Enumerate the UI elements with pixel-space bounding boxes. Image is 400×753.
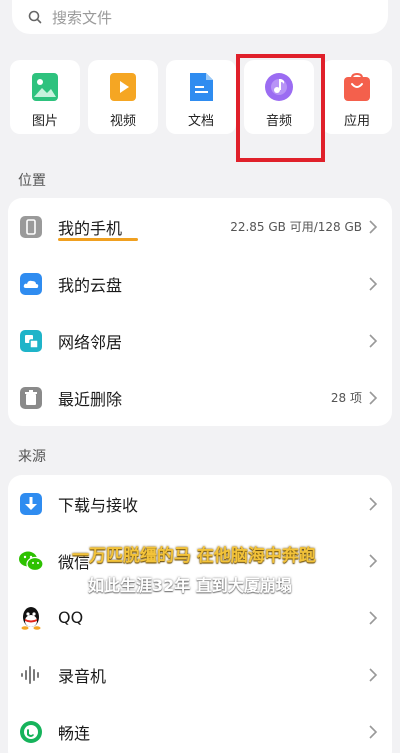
chevron-right-icon xyxy=(369,390,378,405)
chevron-right-icon xyxy=(369,667,378,682)
source-item-qq[interactable]: QQ xyxy=(8,589,392,646)
source-item-label: 录音机 xyxy=(58,666,107,686)
deleted-count: 28 项 xyxy=(330,391,362,405)
source-item-label: 畅连 xyxy=(58,723,91,743)
chevron-right-icon xyxy=(369,219,378,234)
chevron-right-icon xyxy=(369,724,378,739)
location-item-recently-deleted[interactable]: 最近删除 28 项 xyxy=(8,369,392,426)
app-store-icon xyxy=(344,72,370,101)
active-underline xyxy=(58,238,138,241)
recorder-icon xyxy=(18,662,44,688)
chevron-right-icon xyxy=(369,553,378,568)
search-bar[interactable]: 搜索文件 xyxy=(12,0,388,34)
highlight-annotation-box xyxy=(236,54,325,162)
category-documents[interactable]: 文档 xyxy=(166,60,236,134)
document-icon xyxy=(190,73,213,101)
video-icon xyxy=(110,73,136,101)
chevron-right-icon xyxy=(369,276,378,291)
trash-icon xyxy=(18,385,44,411)
source-item-label: QQ xyxy=(58,608,84,627)
download-icon xyxy=(18,491,44,517)
category-images[interactable]: 图片 xyxy=(10,60,80,134)
section-title-location: 位置 xyxy=(18,173,46,189)
search-icon xyxy=(26,8,44,26)
source-item-label: 下载与接收 xyxy=(58,495,139,515)
source-item-downloads[interactable]: 下载与接收 xyxy=(8,475,392,532)
network-icon xyxy=(18,328,44,354)
qq-icon xyxy=(18,605,44,631)
category-label: 应用 xyxy=(343,114,370,129)
phone-icon xyxy=(18,214,44,240)
category-label: 文档 xyxy=(187,114,214,129)
category-label: 图片 xyxy=(31,114,58,129)
location-item-label: 最近删除 xyxy=(58,389,123,409)
category-grid: 图片 视频 文档 音频 应用 xyxy=(10,60,400,136)
subtitle-line-2: 如此生涯32年 直到大厦崩塌 xyxy=(88,576,292,595)
storage-info: 22.85 GB 可用/128 GB xyxy=(230,220,362,234)
chevron-right-icon xyxy=(369,496,378,511)
category-videos[interactable]: 视频 xyxy=(88,60,158,134)
category-apps[interactable]: 应用 xyxy=(322,60,392,134)
chevron-right-icon xyxy=(369,610,378,625)
chevron-right-icon xyxy=(369,333,378,348)
section-title-source: 来源 xyxy=(18,449,46,465)
wechat-icon xyxy=(18,548,44,574)
location-item-label: 我的手机 xyxy=(58,218,123,238)
subtitle-line-1: 一万匹脱缰的马 在他脑海中奔跑 xyxy=(72,546,316,566)
image-icon xyxy=(32,73,58,101)
search-placeholder: 搜索文件 xyxy=(52,8,113,27)
location-item-my-cloud[interactable]: 我的云盘 xyxy=(8,255,392,312)
category-label: 视频 xyxy=(109,114,136,129)
source-item-recorder[interactable]: 录音机 xyxy=(8,646,392,703)
location-item-my-phone[interactable]: 我的手机 22.85 GB 可用/128 GB xyxy=(8,198,392,255)
source-card: 下载与接收 微信 QQ 录音机 畅连 xyxy=(8,475,392,753)
location-item-label: 网络邻居 xyxy=(58,332,123,352)
location-item-label: 我的云盘 xyxy=(58,275,123,295)
changlian-icon xyxy=(18,719,44,745)
source-item-changlian[interactable]: 畅连 xyxy=(8,703,392,753)
cloud-drive-icon xyxy=(18,271,44,297)
location-item-network[interactable]: 网络邻居 xyxy=(8,312,392,369)
location-card: 我的手机 22.85 GB 可用/128 GB 我的云盘 网络邻居 最近删除 2… xyxy=(8,198,392,426)
